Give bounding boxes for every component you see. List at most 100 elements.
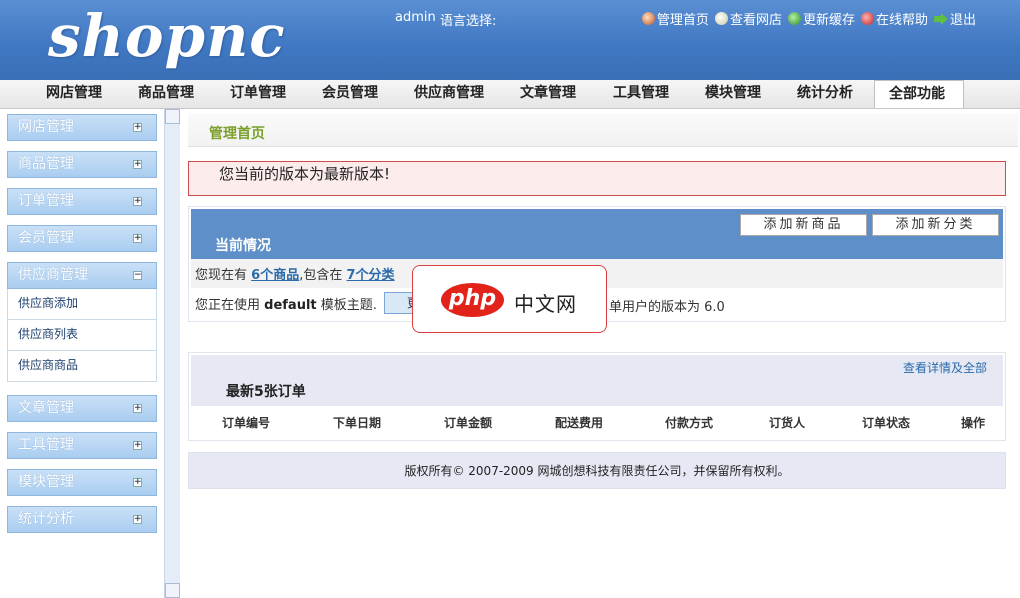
sidebar-head-label: 网店管理	[18, 119, 74, 135]
sidebar-head-members[interactable]: 会员管理 +	[7, 225, 157, 252]
sidebar-group-goods: 商品管理 +	[7, 151, 157, 178]
goods-summary-text: 您现在有 6个商品,包含在 7个分类	[195, 264, 395, 283]
tab-suppliers[interactable]: 供应商管理	[414, 80, 484, 108]
add-category-button[interactable]: 添加新分类	[872, 214, 999, 236]
sidebar-scrollbar[interactable]	[164, 109, 180, 598]
sidebar-head-label: 商品管理	[18, 156, 74, 172]
admin-home-link[interactable]: 管理首页	[641, 9, 709, 28]
sidebar-group-suppliers: 供应商管理 − 供应商添加 供应商列表 供应商商品	[7, 262, 157, 382]
expand-icon[interactable]: +	[133, 197, 142, 206]
sidebar-item-supplier-list[interactable]: 供应商列表	[7, 320, 157, 351]
main-nav: 网店管理 商品管理 订单管理 会员管理 供应商管理 文章管理 工具管理 模块管理…	[0, 80, 1020, 109]
view-all-orders-link[interactable]: 查看详情及全部	[903, 359, 987, 376]
logout-arrow-icon	[933, 12, 948, 25]
sidebar-head-goods[interactable]: 商品管理 +	[7, 151, 157, 178]
scroll-up-arrow-icon[interactable]	[165, 109, 180, 124]
update-cache-link[interactable]: 更新缓存	[787, 9, 855, 28]
tab-shop[interactable]: 网店管理	[46, 80, 102, 108]
add-goods-button[interactable]: 添加新商品	[740, 214, 867, 236]
refresh-icon	[787, 12, 801, 25]
help-icon	[860, 12, 874, 25]
sidebar-head-label: 文章管理	[18, 400, 74, 416]
logout-label: 退出	[949, 13, 976, 28]
latest-orders-panel: 查看详情及全部 最新5张订单 订单编号 下单日期 订单金额 配送费用 付款方式 …	[188, 352, 1006, 441]
sidebar-group-statistics: 统计分析 +	[7, 506, 157, 533]
view-shop-label: 查看网店	[729, 13, 782, 28]
expand-icon[interactable]: +	[133, 160, 142, 169]
update-cache-label: 更新缓存	[802, 13, 855, 28]
orders-table-header: 订单编号 下单日期 订单金额 配送费用 付款方式 订货人 订单状态 操作	[191, 409, 1003, 437]
goods-count-link[interactable]: 6个商品	[251, 268, 299, 283]
sidebar-group-modules: 模块管理 +	[7, 469, 157, 496]
tab-tools[interactable]: 工具管理	[613, 80, 669, 108]
page-title: 管理首页	[209, 126, 265, 142]
column-order-date: 下单日期	[332, 416, 382, 430]
template-name: default	[264, 298, 317, 313]
sidebar-group-tools: 工具管理 +	[7, 432, 157, 459]
header-bar: shopnc admin 语言选择: 管理首页 查看网店 更新缓存 在线帮助 退…	[0, 0, 1020, 80]
tab-members[interactable]: 会员管理	[322, 80, 378, 108]
footer: 版权所有© 2007-2009 网城创想科技有限责任公司，并保留所有权利。	[188, 452, 1006, 489]
page-title-bar: 管理首页	[188, 113, 1018, 147]
template-info-text: 您正在使用 default 模板主题.	[195, 294, 377, 313]
online-help-label: 在线帮助	[875, 13, 928, 28]
top-links: 管理首页 查看网店 更新缓存 在线帮助 退出	[641, 9, 976, 28]
copyright-text: 版权所有© 2007-2009 网城创想科技有限责任公司，并保留所有权利。	[404, 464, 790, 478]
category-count-link[interactable]: 7个分类	[346, 268, 394, 283]
tab-all-functions[interactable]: 全部功能	[874, 80, 964, 108]
expand-icon[interactable]: +	[133, 515, 142, 524]
watermark-overlay: php 中文网	[412, 265, 607, 333]
version-notice-text: 您当前的版本为最新版本!	[219, 165, 391, 183]
sidebar-head-label: 会员管理	[18, 230, 74, 246]
sidebar-head-statistics[interactable]: 统计分析 +	[7, 506, 157, 533]
shopnc-logo: shopnc	[48, 2, 286, 70]
goods-summary-mid: ,包含在	[299, 268, 343, 283]
expand-icon[interactable]: +	[133, 404, 142, 413]
tab-modules[interactable]: 模块管理	[705, 80, 761, 108]
column-shipping-fee: 配送费用	[554, 416, 604, 430]
online-help-link[interactable]: 在线帮助	[860, 9, 928, 28]
sidebar-head-shop[interactable]: 网店管理 +	[7, 114, 157, 141]
sidebar-group-orders: 订单管理 +	[7, 188, 157, 215]
sidebar-group-members: 会员管理 +	[7, 225, 157, 252]
sidebar-head-orders[interactable]: 订单管理 +	[7, 188, 157, 215]
status-panel-title: 当前情况	[215, 238, 271, 254]
expand-icon[interactable]: +	[133, 234, 142, 243]
sidebar-item-supplier-add[interactable]: 供应商添加	[7, 289, 157, 320]
sidebar-head-label: 工具管理	[18, 437, 74, 453]
sidebar-group-shop: 网店管理 +	[7, 114, 157, 141]
sidebar-group-articles: 文章管理 +	[7, 395, 157, 422]
tab-statistics[interactable]: 统计分析	[797, 80, 853, 108]
view-shop-link[interactable]: 查看网店	[714, 9, 782, 28]
goods-summary-prefix: 您现在有	[195, 268, 248, 283]
sidebar-item-supplier-goods[interactable]: 供应商商品	[7, 351, 157, 382]
tab-articles[interactable]: 文章管理	[520, 80, 576, 108]
logout-link[interactable]: 退出	[933, 9, 976, 28]
orders-panel-header: 查看详情及全部 最新5张订单	[191, 355, 1003, 406]
sidebar-head-modules[interactable]: 模块管理 +	[7, 469, 157, 496]
column-order-amount: 订单金额	[443, 416, 493, 430]
expand-icon[interactable]: +	[133, 441, 142, 450]
sidebar-head-tools[interactable]: 工具管理 +	[7, 432, 157, 459]
tab-goods[interactable]: 商品管理	[138, 80, 194, 108]
version-notice: 您当前的版本为最新版本!	[188, 161, 1006, 196]
globe-icon	[714, 12, 728, 25]
sidebar-head-articles[interactable]: 文章管理 +	[7, 395, 157, 422]
expand-icon[interactable]: +	[133, 123, 142, 132]
php-logo: php	[441, 283, 504, 317]
sidebar-head-label: 统计分析	[18, 511, 74, 527]
admin-home-label: 管理首页	[656, 13, 709, 28]
template-info-suffix: 模板主题.	[320, 298, 377, 313]
scroll-down-arrow-icon[interactable]	[165, 583, 180, 598]
column-payment-method: 付款方式	[664, 416, 714, 430]
column-actions: 操作	[960, 416, 986, 430]
tab-orders[interactable]: 订单管理	[230, 80, 286, 108]
status-panel-header: 当前情况 添加新商品 添加新分类	[191, 209, 1003, 259]
collapse-icon[interactable]: −	[133, 271, 142, 280]
template-info-prefix: 您正在使用	[195, 298, 261, 313]
expand-icon[interactable]: +	[133, 478, 142, 487]
language-select-label[interactable]: 语言选择:	[440, 10, 496, 29]
sidebar: 网店管理 + 商品管理 + 订单管理 + 会员管理 + 供应商管理 − 供应商添加 供应商…	[0, 109, 164, 598]
sidebar-head-label: 供应商管理	[18, 267, 88, 283]
sidebar-head-suppliers[interactable]: 供应商管理 −	[7, 262, 157, 289]
